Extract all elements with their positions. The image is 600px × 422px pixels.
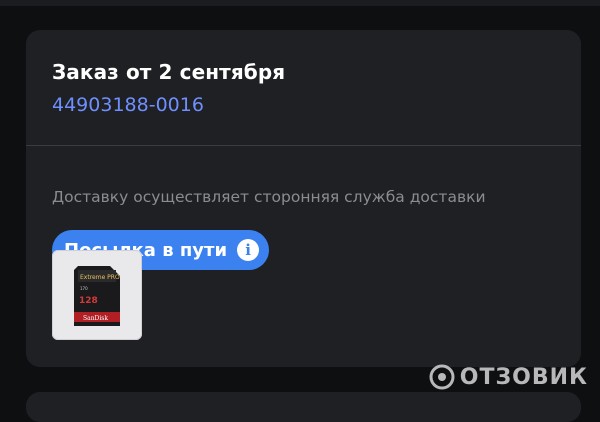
watermark-text: ОТЗОВИК: [460, 365, 588, 390]
product-thumbnail[interactable]: Extreme PRO 170 128 SanDisk: [52, 250, 142, 340]
top-bar: [0, 0, 600, 6]
card-maker: SanDisk: [83, 315, 108, 322]
order-card: Заказ от 2 сентября 44903188-0016 Достав…: [26, 30, 581, 367]
watermark: ОТЗОВИК: [428, 363, 588, 391]
divider: [26, 145, 581, 146]
order-title: Заказ от 2 сентября: [52, 60, 285, 84]
delivery-note: Доставку осуществляет сторонняя служба д…: [52, 188, 486, 206]
card-capacity: 128: [79, 296, 98, 306]
sd-card-icon: Extreme PRO 170 128 SanDisk: [74, 266, 120, 326]
card-speed: 170: [80, 286, 88, 291]
card-brand-line: Extreme PRO: [80, 274, 120, 281]
order-number-link[interactable]: 44903188-0016: [52, 94, 204, 116]
info-icon[interactable]: i: [237, 239, 259, 261]
next-order-card: [26, 392, 581, 422]
otzovik-logo-icon: [428, 363, 456, 391]
